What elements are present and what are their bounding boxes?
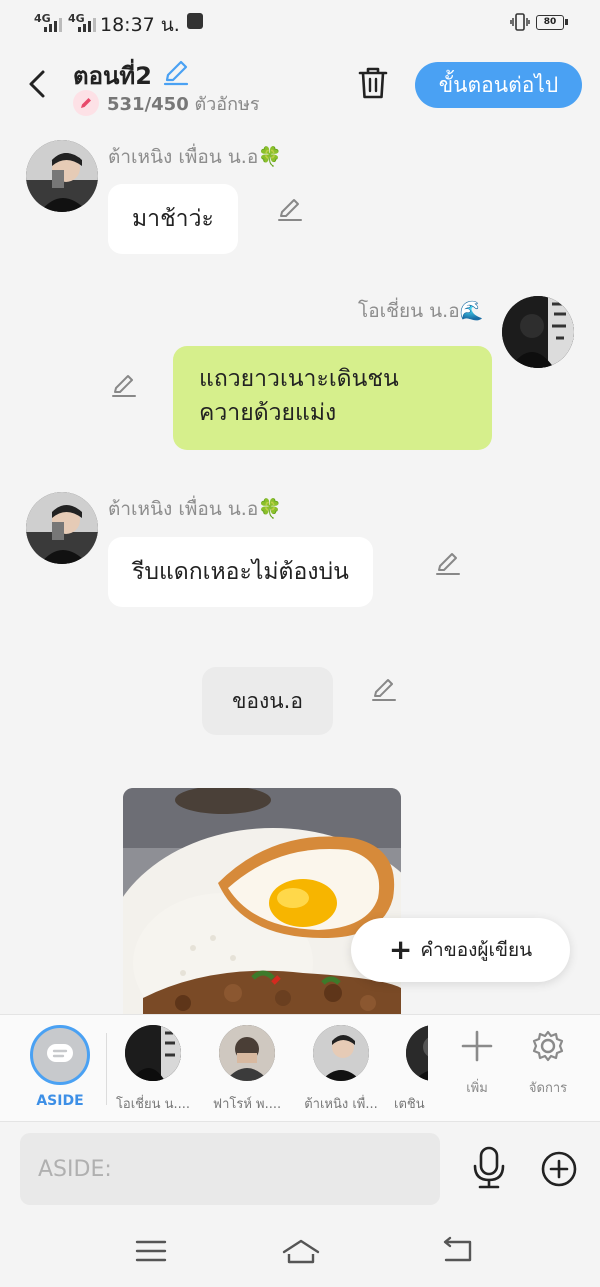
add-circle-icon[interactable] [540,1150,578,1188]
character-label: เตชิน [394,1097,425,1112]
system-nav-bar [0,1218,600,1287]
message-text: มาช้าว่ะ [132,206,214,232]
character-taneng[interactable]: ต้าเหนิง เพื่... [296,1025,386,1114]
signal-bars-icon [78,18,96,32]
clock: 18:37 น. [100,14,180,36]
shopping-bag-icon [187,13,203,29]
header: ตอนที่2 531/450 ตัวอักษร ขั้นตอนต่อไป [0,46,600,122]
avatar [219,1025,275,1081]
food-image[interactable] [123,788,401,1014]
pencil-badge-icon [73,90,99,116]
microphone-icon[interactable] [470,1146,508,1190]
message-bubble-self[interactable]: แถวยาวเนาะเดินชน ควายด้วยแม่ง [173,346,492,450]
avatar [313,1025,369,1081]
aside-text: ของน.อ [232,689,303,713]
aside-character[interactable]: ASIDE [28,1025,92,1109]
add-label: เพิ่ม [466,1081,488,1096]
aside-icon [30,1025,90,1085]
home-icon[interactable] [281,1236,321,1266]
char-count-row: 531/450 ตัวอักษร [73,90,260,116]
trash-icon[interactable] [356,64,390,102]
status-bar: 4G 4G 18:37 น. 80 [0,0,600,46]
character-techin[interactable]: เตชิน [390,1025,428,1114]
manage-label: จัดการ [528,1081,568,1096]
battery-icon: 80 [536,15,568,30]
author-note-label: คำของผู้เขียน [420,939,533,961]
message-bubble[interactable]: มาช้าว่ะ [108,184,238,254]
char-count: 531/450 ตัวอักษร [107,93,260,115]
avatar [125,1025,181,1081]
avatar-taneng[interactable] [26,140,98,212]
menu-icon[interactable] [133,1236,169,1266]
message-input[interactable] [20,1133,440,1205]
character-ocean[interactable]: โอเชี่ยน น.... [108,1025,198,1114]
message-text-line: แถวยาวเนาะเดินชน [199,366,399,392]
plus-icon [461,1030,493,1062]
sender-name: โอเชี่ยน น.อ🌊 [358,300,484,322]
input-row [0,1122,600,1218]
author-note-button[interactable]: + คำของผู้เขียน [351,918,570,982]
aside-bubble[interactable]: ของน.อ [202,667,333,735]
edit-message-pencil-icon[interactable] [110,372,138,400]
next-step-button[interactable]: ขั้นตอนต่อไป [415,62,582,108]
character-label: ฟาโรห์ พ.... [212,1097,282,1112]
avatar [406,1025,428,1081]
avatar-taneng[interactable] [26,492,98,564]
edit-title-pencil-icon[interactable] [162,58,190,86]
edit-message-pencil-icon[interactable] [434,550,462,578]
chat-area[interactable]: ต้าเหนิง เพื่อน น.อ🍀 มาช้าว่ะ โอเชี่ยน น… [0,122,600,1014]
back-nav-icon[interactable] [440,1236,476,1266]
vibrate-icon [510,13,530,31]
plus-icon: + [388,933,413,966]
edit-message-pencil-icon[interactable] [370,676,398,704]
sender-name: ต้าเหนิง เพื่อน น.อ🍀 [108,146,282,168]
character-bar: ASIDE โอเชี่ยน น.... ฟาโรห์ พ.... ต้าเหน… [0,1014,600,1122]
edit-message-pencil-icon[interactable] [276,196,304,224]
message-text: รีบแดกเหอะไม่ต้องบ่น [132,559,349,585]
character-pharaoh[interactable]: ฟาโรห์ พ.... [202,1025,292,1114]
avatar-ocean[interactable] [502,296,574,368]
add-character-button[interactable]: เพิ่ม [442,1029,512,1098]
gear-icon [532,1030,564,1062]
message-text-line: ควายด้วยแม่ง [199,400,337,426]
character-label: โอเชี่ยน น.... [115,1097,191,1112]
character-label: ต้าเหนิง เพื่... [304,1097,378,1112]
back-arrow-icon[interactable] [22,64,52,104]
signal-bars-icon [44,18,62,32]
manage-characters-button[interactable]: จัดการ [513,1029,583,1098]
sender-name: ต้าเหนิง เพื่อน น.อ🍀 [108,498,282,520]
divider [106,1033,107,1105]
aside-label: ASIDE [36,1093,84,1109]
message-bubble[interactable]: รีบแดกเหอะไม่ต้องบ่น [108,537,373,607]
